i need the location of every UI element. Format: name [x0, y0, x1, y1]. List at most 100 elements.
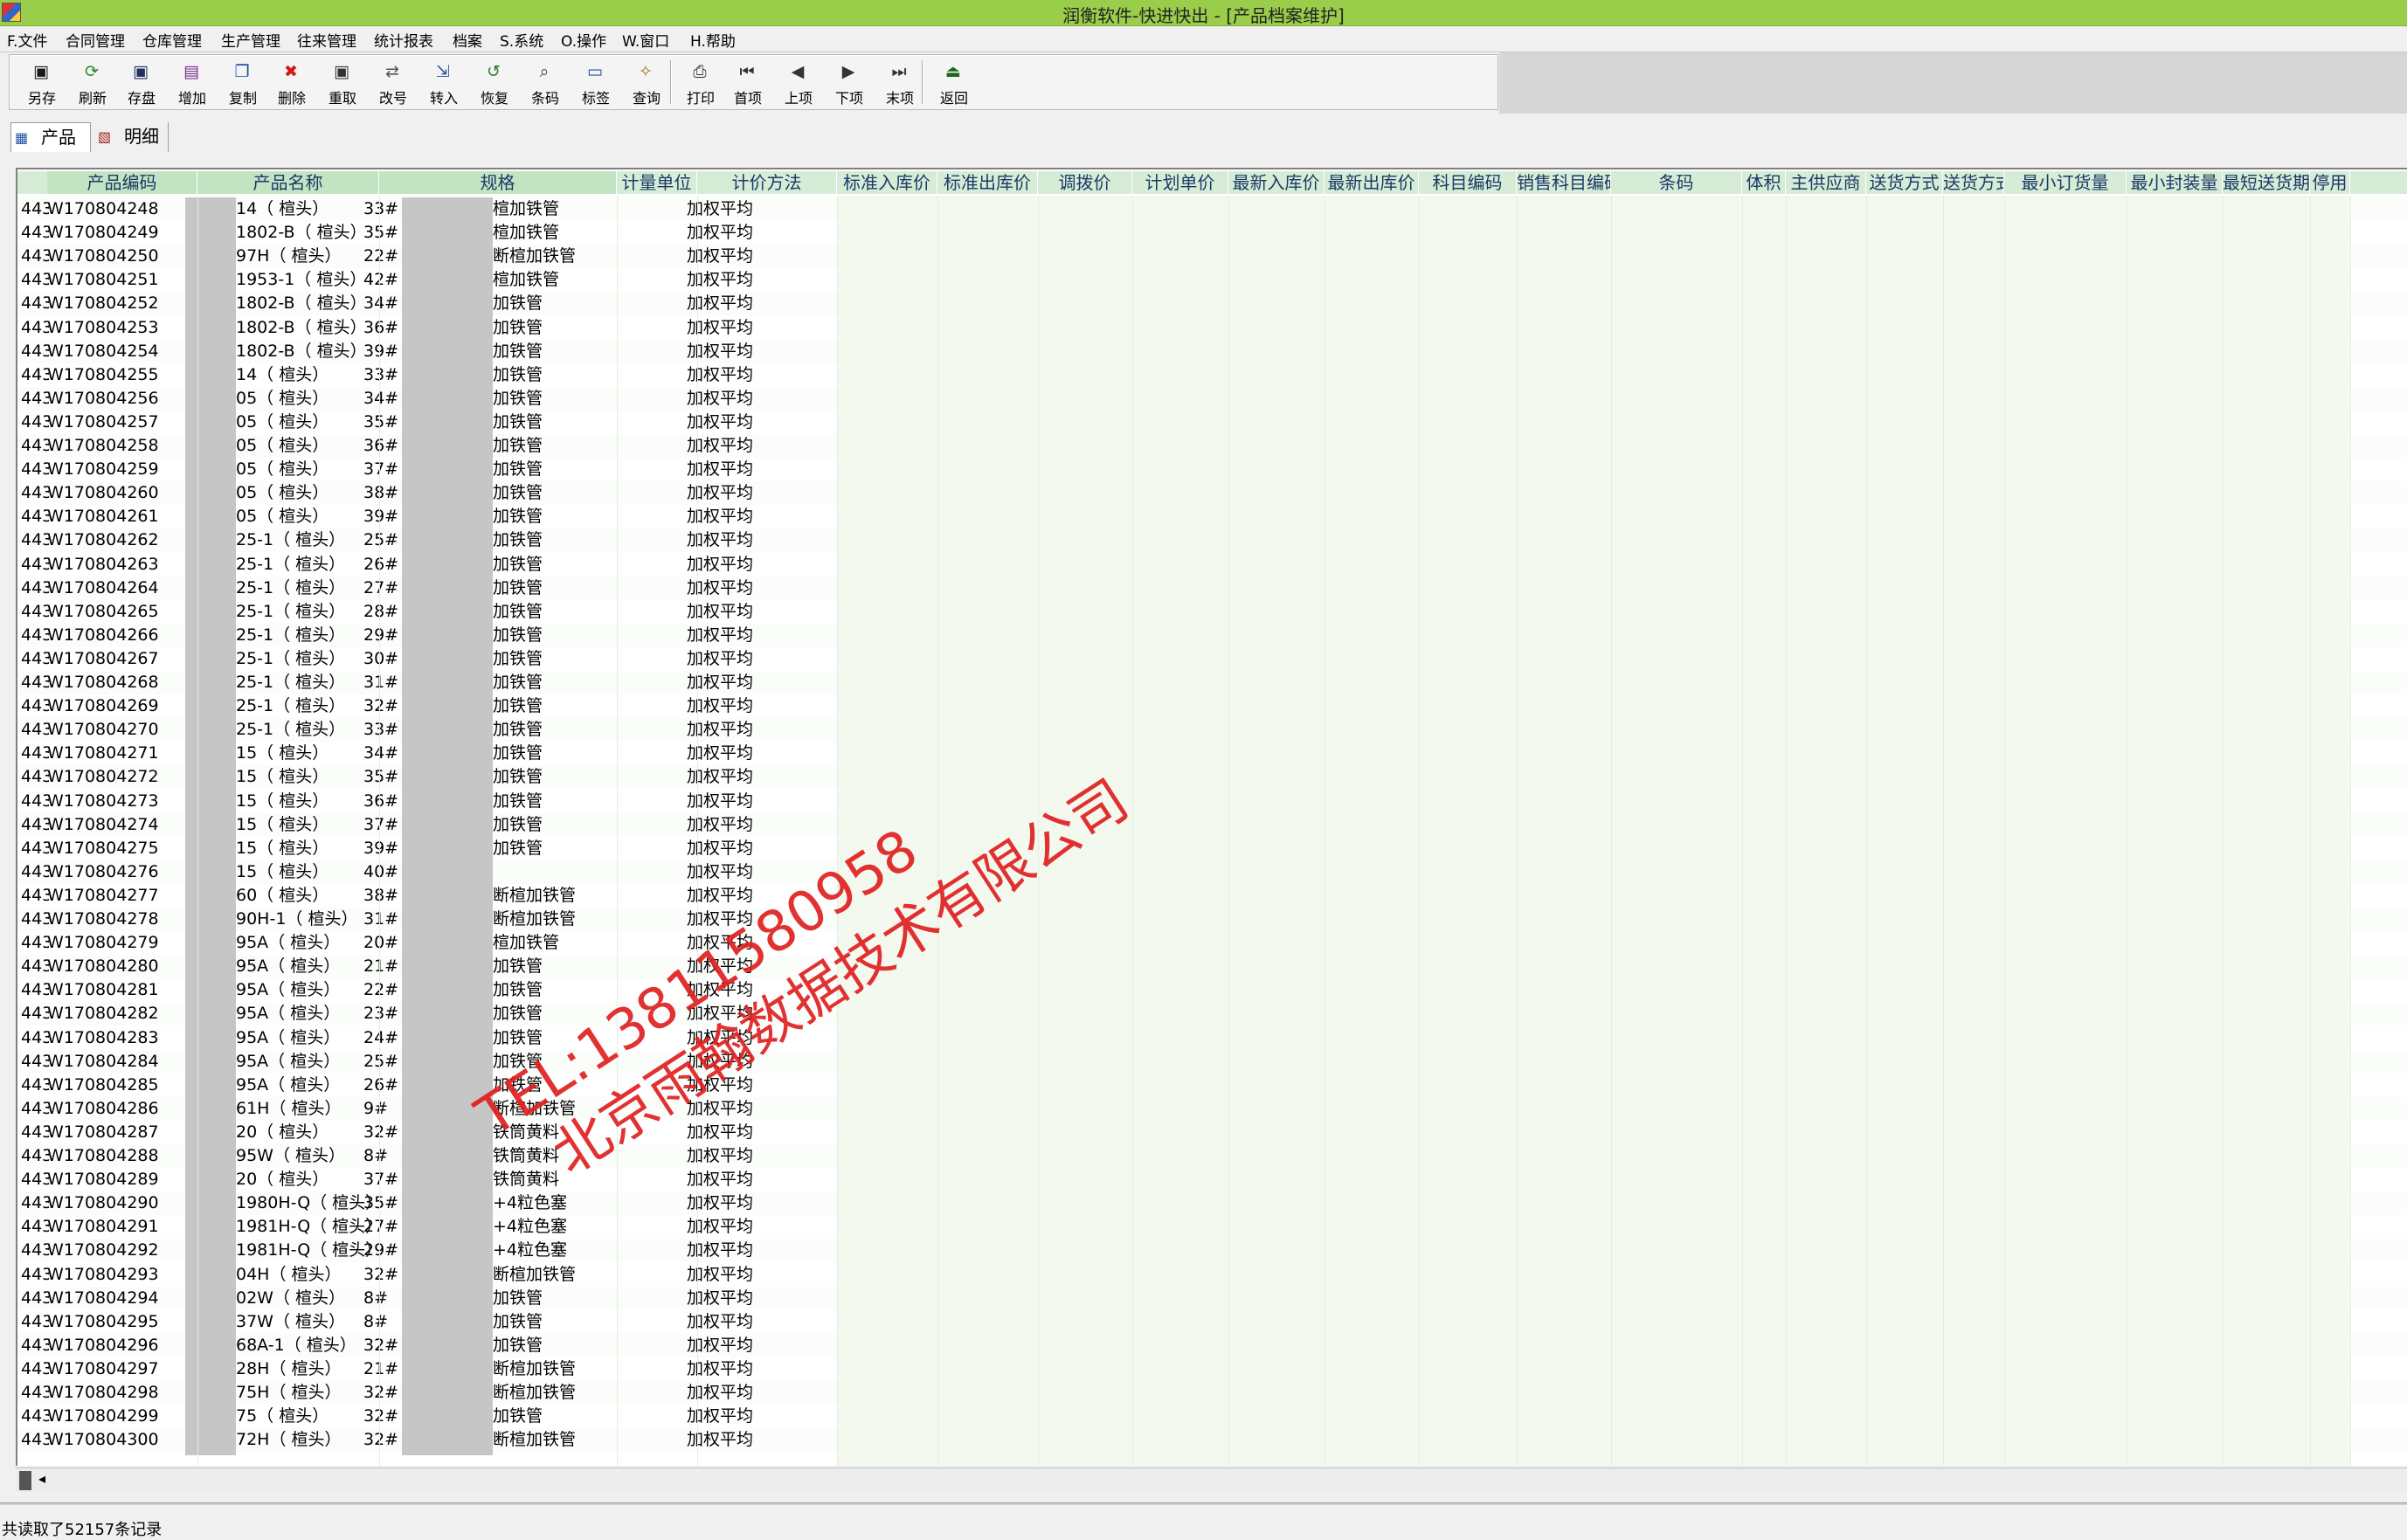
pricing-method-cell: 加权平均 — [687, 1358, 754, 1378]
spec-size-cell: 38# — [363, 483, 398, 503]
column-header-8[interactable]: 计划单价 — [1132, 171, 1228, 194]
menu-item-0[interactable]: F.文件 — [7, 29, 47, 51]
product-code-cell: W170804257 — [47, 411, 159, 432]
pricing-method-cell: 加权平均 — [687, 1406, 754, 1426]
toolbar-button-query[interactable]: ✧ 查询 — [623, 59, 670, 107]
menu-item-3[interactable]: 生产管理 — [221, 29, 280, 51]
toolbar-button-previous-record[interactable]: ◀ 上项 — [775, 59, 822, 107]
column-header-3[interactable]: 计量单位 — [617, 171, 697, 194]
column-header-4[interactable]: 计价方法 — [697, 171, 837, 194]
spec-cell: 加铁管 — [493, 436, 543, 455]
tab-detail[interactable]: ▧ 明细 — [94, 122, 169, 152]
tab-bar: ▦ 产品 ▧ 明细 — [9, 120, 2407, 156]
menu-item-6[interactable]: 档案 — [453, 29, 482, 51]
column-header-12[interactable]: 销售科目编码 — [1517, 171, 1611, 194]
spec-size-cell: 39# — [363, 838, 398, 858]
spec-cell: 加铁管 — [493, 341, 543, 361]
product-name-cell: 95A（ 楦头） — [236, 1051, 341, 1071]
toolbar-button-label[interactable]: ▭ 标签 — [572, 59, 619, 107]
menu-item-10[interactable]: H.帮助 — [690, 29, 736, 51]
column-header-7[interactable]: 调拨价 — [1038, 171, 1132, 194]
toolbar-button-next-record[interactable]: ▶ 下项 — [826, 59, 873, 107]
menu-item-9[interactable]: W.窗口 — [622, 29, 669, 51]
spec-size-cell: 29# — [363, 625, 398, 645]
toolbar-button-return[interactable]: ⏏ 返回 — [930, 59, 978, 107]
menu-item-2[interactable]: 仓库管理 — [142, 29, 202, 51]
spec-cell: +4粒色塞 — [493, 1240, 568, 1260]
row-prefix: 443 — [21, 648, 49, 668]
column-header-21[interactable]: 停用 — [2310, 171, 2350, 194]
menu-item-7[interactable]: S.系统 — [500, 29, 543, 51]
product-code-cell: W170804287 — [47, 1122, 159, 1142]
menu-item-1[interactable]: 合同管理 — [66, 29, 125, 51]
label-icon: ▭ — [587, 62, 603, 81]
menu-item-5[interactable]: 统计报表 — [374, 29, 433, 51]
pricing-method-cell: 加权平均 — [687, 648, 754, 668]
pricing-method-cell: 加权平均 — [687, 554, 754, 574]
column-header-14[interactable]: 体积 — [1742, 171, 1786, 194]
product-code-cell: W170804280 — [47, 956, 159, 977]
row-prefix: 443 — [21, 1311, 49, 1331]
spec-cell: 加铁管 — [493, 720, 543, 740]
column-header-0[interactable]: 产品编码 — [47, 171, 197, 194]
column-header-2[interactable]: 规格 — [379, 171, 617, 194]
spec-size-cell: 36# — [363, 317, 398, 337]
product-code-cell: W170804259 — [47, 459, 159, 480]
column-header-16[interactable]: 送货方式 — [1866, 171, 1943, 194]
chart-icon: ▧ — [98, 128, 112, 145]
spec-size-cell: 28# — [363, 601, 398, 621]
spec-cell: 楦加铁管 — [493, 223, 560, 243]
row-prefix: 443 — [21, 364, 49, 384]
toolbar-button-save-as[interactable]: ▣ 另存 — [18, 59, 66, 107]
pricing-method-cell: 加权平均 — [687, 673, 754, 692]
column-header-11[interactable]: 科目编码 — [1419, 171, 1517, 194]
toolbar-button-refresh[interactable]: ⟳ 刷新 — [69, 59, 116, 107]
column-header-20[interactable]: 最短送货期 — [2223, 171, 2310, 194]
menu-item-4[interactable]: 往来管理 — [297, 29, 356, 51]
toolbar-button-reload[interactable]: ▣ 重取 — [319, 59, 366, 107]
barcode-search-icon: ⌕ — [539, 62, 550, 81]
toolbar-button-copy[interactable]: ❐ 复制 — [219, 59, 266, 107]
column-header-15[interactable]: 主供应商 — [1786, 171, 1866, 194]
toolbar-button-printer[interactable]: ⎙ 打印 — [677, 59, 724, 107]
toolbar: ▣ 另存 ⟳ 刷新 ▣ 存盘 ▤ 增加 ❐ 复制 ✖ 删除 ▣ 重取 ⇄ 改号 ⇲ 转入 ↺ 恢复 ⌕ 条码 ▭ 标签 ✧ 查询 ⎙… — [9, 54, 1498, 110]
toolbar-button-last-record[interactable]: ⏭ 末项 — [876, 59, 923, 107]
spec-cell: 加铁管 — [493, 317, 543, 337]
product-code-cell: W170804253 — [47, 317, 159, 337]
toolbar-button-floppy[interactable]: ▣ 存盘 — [118, 59, 165, 107]
pricing-method-cell: 加权平均 — [687, 1264, 754, 1284]
toolbar-button-import[interactable]: ⇲ 转入 — [420, 59, 467, 107]
tab-product[interactable]: ▦ 产品 — [10, 122, 91, 152]
toolbar-button-rename[interactable]: ⇄ 改号 — [370, 59, 417, 107]
product-code-cell: W170804260 — [47, 483, 159, 503]
column-header-6[interactable]: 标准出库价 — [937, 171, 1038, 194]
column-header-5[interactable]: 标准入库价 — [837, 171, 937, 194]
toolbar-button-add[interactable]: ▤ 增加 — [169, 59, 216, 107]
toolbar-button-restore[interactable]: ↺ 恢复 — [471, 59, 518, 107]
row-prefix: 443 — [21, 1264, 49, 1284]
scrollbar-thumb[interactable] — [19, 1471, 31, 1490]
column-header-13[interactable]: 条码 — [1611, 171, 1742, 194]
toolbar-button-label: 另存 — [27, 90, 56, 107]
column-header-19[interactable]: 最小封装量 — [2127, 171, 2223, 194]
product-grid[interactable]: 产品编码 产品名称 规格 计量单位 计价方法 标准入库价 标准出库价 调拨价 计划单价 最新入库价… — [16, 168, 2407, 1466]
column-header-9[interactable]: 最新入库价 — [1228, 171, 1325, 194]
toolbar-button-delete[interactable]: ✖ 删除 — [268, 59, 315, 107]
toolbar-button-first-record[interactable]: ⏮ 首项 — [724, 59, 771, 107]
column-header-17[interactable]: 送货方式 — [1943, 171, 2004, 194]
column-header-10[interactable]: 最新出库价 — [1325, 171, 1419, 194]
horizontal-scrollbar[interactable]: ◂ — [16, 1467, 2407, 1492]
spec-size-cell: 25# — [363, 1051, 398, 1071]
column-line — [379, 196, 380, 1466]
product-name-cell: 02W（ 楦头） — [236, 1288, 346, 1308]
toolbar-button-barcode-search[interactable]: ⌕ 条码 — [522, 59, 569, 107]
spec-cell: 加铁管 — [493, 1288, 543, 1308]
scroll-left-icon[interactable]: ◂ — [38, 1470, 45, 1487]
column-header-1[interactable]: 产品名称 — [197, 171, 379, 194]
toolbar-button-label: 改号 — [378, 90, 407, 107]
product-name-cell: 75H（ 楦头） — [236, 1383, 342, 1402]
row-prefix: 443 — [21, 411, 49, 432]
menu-item-8[interactable]: O.操作 — [561, 29, 606, 51]
column-header-18[interactable]: 最小订货量 — [2004, 171, 2127, 194]
spec-size-cell: 33# — [363, 199, 398, 218]
